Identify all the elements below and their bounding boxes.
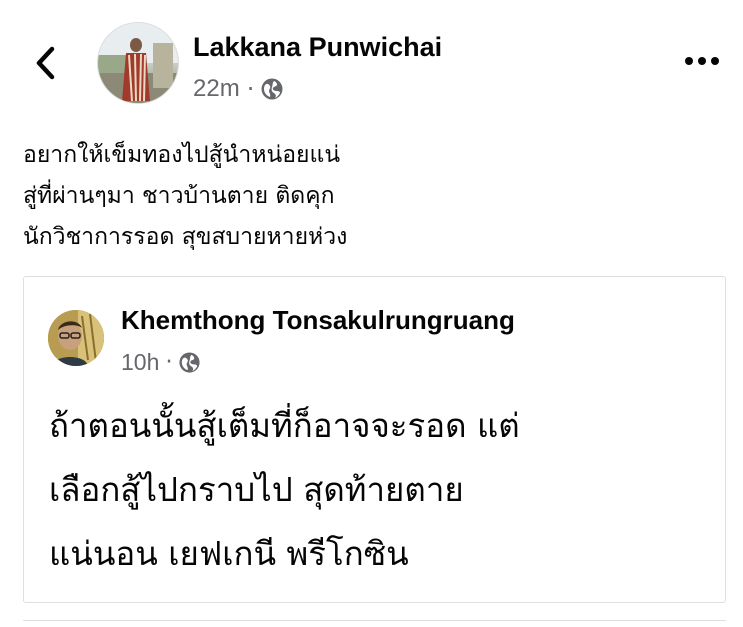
author-avatar[interactable] (97, 22, 179, 104)
author-photo (98, 23, 178, 103)
post-text-line: สู่ที่ผ่านๆมา ชาวบ้านตาย ติดคุก (23, 183, 335, 209)
more-options-button[interactable] (683, 51, 721, 71)
shared-author-photo (48, 310, 104, 366)
globe-icon (179, 351, 200, 373)
post-text-line: อยากให้เข็มทองไปสู้นำหน่อยแน่ (23, 142, 341, 168)
chevron-left-icon (36, 46, 55, 80)
shared-post-text-line: ถ้าตอนนั้นสู้เต็มที่ก็อาจจะรอด แต่ (49, 406, 520, 445)
more-horizontal-icon (685, 57, 719, 65)
shared-author-name[interactable]: Khemthong Tonsakulrungruang (121, 304, 515, 336)
divider (23, 620, 726, 621)
meta-separator: · (165, 349, 173, 375)
shared-author-avatar[interactable] (48, 310, 104, 366)
shared-post-meta: 10h · (121, 347, 201, 377)
shared-post-text: ถ้าตอนนั้นสู้เต็มที่ก็อาจจะรอด แต่ เลือก… (49, 394, 719, 586)
post-text-line: นักวิชาการรอด สุขสบายหายห่วง (23, 224, 348, 250)
back-button[interactable] (30, 44, 64, 82)
post-text: อยากให้เข็มทองไปสู้นำหน่อยแน่ สู่ที่ผ่าน… (23, 135, 723, 258)
post-meta: 22m · (193, 74, 284, 104)
globe-icon (261, 78, 283, 100)
shared-post-text-line: เลือกสู้ไปกราบไป สุดท้ายตาย (49, 470, 464, 509)
shared-post-card[interactable]: Khemthong Tonsakulrungruang 10h · ถ้าตอน… (23, 276, 726, 603)
shared-post-timestamp[interactable]: 10h (121, 347, 159, 377)
author-name[interactable]: Lakkana Punwichai (193, 30, 442, 64)
shared-post-text-line: แน่นอน เยฟเกนี พรีโกซิน (49, 534, 409, 573)
post-timestamp[interactable]: 22m (193, 74, 240, 104)
meta-separator: · (246, 75, 255, 103)
